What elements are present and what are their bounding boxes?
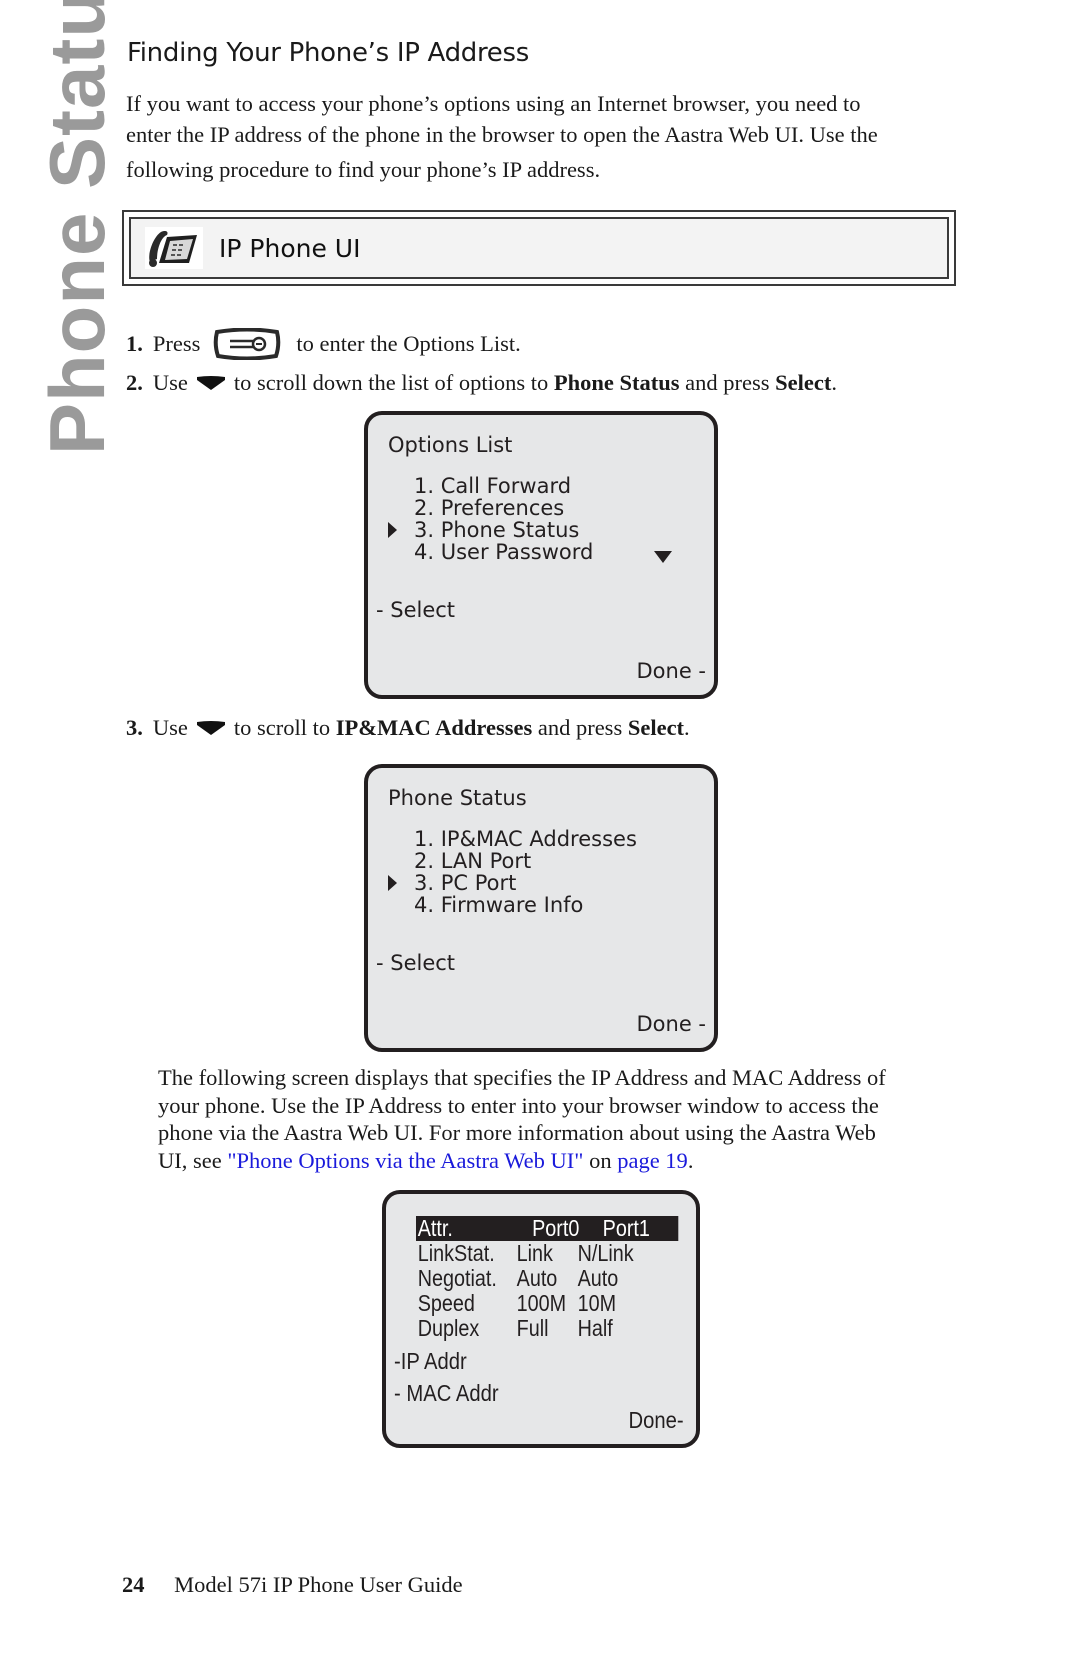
lcd-menu-item-label: 2. Preferences xyxy=(414,496,565,520)
table-row: Speed 100M 10M xyxy=(416,1291,643,1316)
lcd-menu-item: 1. IP&MAC Addresses xyxy=(414,828,637,850)
softkey-select: - Select xyxy=(376,951,456,975)
table-row: LinkStat. Link N/Link xyxy=(416,1241,643,1266)
step-2: 2. Use to scroll down the list of option… xyxy=(126,370,837,396)
lcd-menu-item-label: 3. PC Port xyxy=(414,871,517,895)
softkey-mac-addr: - MAC Addr xyxy=(394,1380,499,1406)
table-cell: Link xyxy=(516,1240,553,1266)
step-3: 3. Use to scroll to IP&MAC Addresses and… xyxy=(126,715,690,741)
lcd-menu-item-label: 1. IP&MAC Addresses xyxy=(414,827,637,851)
paragraph-line: UI, see "Phone Options via the Aastra We… xyxy=(158,1147,958,1175)
step-1: 1. Press to enter the Options List. xyxy=(126,328,521,360)
table-cell: Full xyxy=(516,1315,549,1341)
step-bold-term: Select xyxy=(627,715,685,740)
lcd-menu-item-selected: 3. PC Port xyxy=(388,871,637,895)
paragraph-text: on xyxy=(583,1147,618,1173)
lcd-menu-item-label: 2. LAN Port xyxy=(414,849,532,873)
paragraph-line: The following screen displays that speci… xyxy=(158,1065,886,1090)
scroll-down-indicator-icon xyxy=(654,551,672,563)
step-number: 3. xyxy=(126,715,143,740)
table-cell: Duplex xyxy=(417,1315,480,1341)
step-bold-term: Phone Status xyxy=(553,370,680,395)
lcd-menu-item-label: 4. Firmware Info xyxy=(414,893,584,917)
desk-phone-icon xyxy=(145,227,203,269)
section-heading: Finding Your Phone’s IP Address xyxy=(127,38,529,68)
step-bold-term: IP&MAC Addresses xyxy=(335,715,533,740)
step-text: . xyxy=(684,715,690,740)
softkey-select: - Select xyxy=(376,598,456,622)
table-cell: LinkStat. xyxy=(417,1240,495,1266)
ip-mac-paragraph: The following screen displays that speci… xyxy=(158,1064,958,1174)
lcd-menu: 1. Call Forward 2. Preferences 3. Phone … xyxy=(388,475,593,563)
softkey-ip-addr: -IP Addr xyxy=(394,1348,467,1374)
paragraph-text: UI, see xyxy=(158,1147,228,1173)
table-cell: N/Link xyxy=(577,1240,634,1266)
lcd-options-list: Options List 1. Call Forward 2. Preferen… xyxy=(364,411,718,699)
lcd-menu-item-label: 3. Phone Status xyxy=(414,518,580,542)
table-row: Negotiat. Auto Auto xyxy=(416,1266,643,1291)
step-text: to scroll to xyxy=(233,715,331,740)
lcd-menu: 1. IP&MAC Addresses 2. LAN Port 3. PC Po… xyxy=(388,828,637,916)
page-number: 24 xyxy=(122,1572,145,1597)
paragraph-line: your phone. Use the IP Address to enter … xyxy=(158,1092,879,1118)
intro-paragraph: If you want to access your phone’s optio… xyxy=(126,88,966,185)
lcd-phone-status: Phone Status 1. IP&MAC Addresses 2. LAN … xyxy=(364,764,718,1052)
column-header: Port1 xyxy=(602,1215,650,1241)
ip-phone-ui-banner: IP Phone UI xyxy=(122,210,956,286)
intro-line: enter the IP address of the phone in the… xyxy=(126,122,878,147)
lcd-menu-item: 2. Preferences xyxy=(414,497,593,519)
intro-line: If you want to access your phone’s optio… xyxy=(126,91,861,116)
lcd-menu-item: 4. User Password xyxy=(414,541,593,563)
page-footer: 24 Model 57i IP Phone User Guide xyxy=(122,1572,463,1598)
down-arrow-key-icon xyxy=(196,376,225,390)
lcd-port-status: Attr. Port0 Port1 LinkStat. Link N/Link … xyxy=(382,1190,700,1448)
guide-title: Model 57i IP Phone User Guide xyxy=(174,1572,463,1597)
paragraph-line: phone via the Aastra Web UI. For more in… xyxy=(158,1120,876,1145)
lcd-menu-item-selected: 3. Phone Status xyxy=(388,518,593,542)
column-header: Port0 xyxy=(532,1215,580,1241)
table-cell: Half xyxy=(577,1315,613,1341)
table-row: Duplex Full Half xyxy=(416,1316,643,1341)
step-text: and press xyxy=(685,370,770,395)
step-text: Use xyxy=(152,370,188,395)
selection-pointer-icon xyxy=(388,522,397,538)
selection-pointer-icon xyxy=(388,875,397,891)
table-cell: Auto xyxy=(516,1265,558,1291)
options-key-icon xyxy=(214,328,281,360)
step-number: 2. xyxy=(126,370,143,395)
table-cell: Speed xyxy=(417,1290,475,1316)
paragraph-text: . xyxy=(687,1147,694,1173)
lcd-menu-item: 4. Firmware Info xyxy=(414,894,637,916)
softkey-done: Done- xyxy=(628,1407,684,1433)
step-text: Press xyxy=(152,331,201,356)
lcd-menu-item: 1. Call Forward xyxy=(414,475,593,497)
step-text: to scroll down the list of options to xyxy=(233,370,549,395)
lcd-menu-item-label: 4. User Password xyxy=(414,540,594,564)
table-cell: 100M xyxy=(516,1290,567,1316)
ui-banner-title: IP Phone UI xyxy=(219,233,361,263)
lcd-title: Phone Status xyxy=(388,786,527,810)
step-text: to enter the Options List. xyxy=(296,331,521,356)
section-side-tab: Phone Status xyxy=(33,0,121,455)
intro-line: following procedure to find your phone’s… xyxy=(126,157,601,182)
down-arrow-key-icon xyxy=(196,721,225,735)
table-cell: Auto xyxy=(577,1265,619,1291)
softkey-done: Done - xyxy=(636,1012,706,1036)
step-number: 1. xyxy=(126,331,143,356)
lcd-menu-item-label: 1. Call Forward xyxy=(414,474,572,498)
port-table-header: Attr. Port0 Port1 xyxy=(416,1215,679,1241)
table-cell: Negotiat. xyxy=(417,1265,497,1291)
softkey-done: Done - xyxy=(636,659,706,683)
port-table: Attr. Port0 Port1 LinkStat. Link N/Link … xyxy=(416,1216,679,1341)
step-text: . xyxy=(831,370,837,395)
web-ui-section-link[interactable]: "Phone Options via the Aastra Web UI" xyxy=(227,1148,583,1173)
column-header: Attr. xyxy=(417,1215,453,1241)
lcd-title: Options List xyxy=(388,433,513,457)
lcd-menu-item: 2. LAN Port xyxy=(414,850,637,872)
step-text: and press xyxy=(537,715,623,740)
table-cell: 10M xyxy=(577,1290,617,1316)
step-text: Use xyxy=(152,715,188,740)
step-bold-term: Select xyxy=(775,370,832,395)
page-19-link[interactable]: page 19 xyxy=(617,1148,688,1173)
